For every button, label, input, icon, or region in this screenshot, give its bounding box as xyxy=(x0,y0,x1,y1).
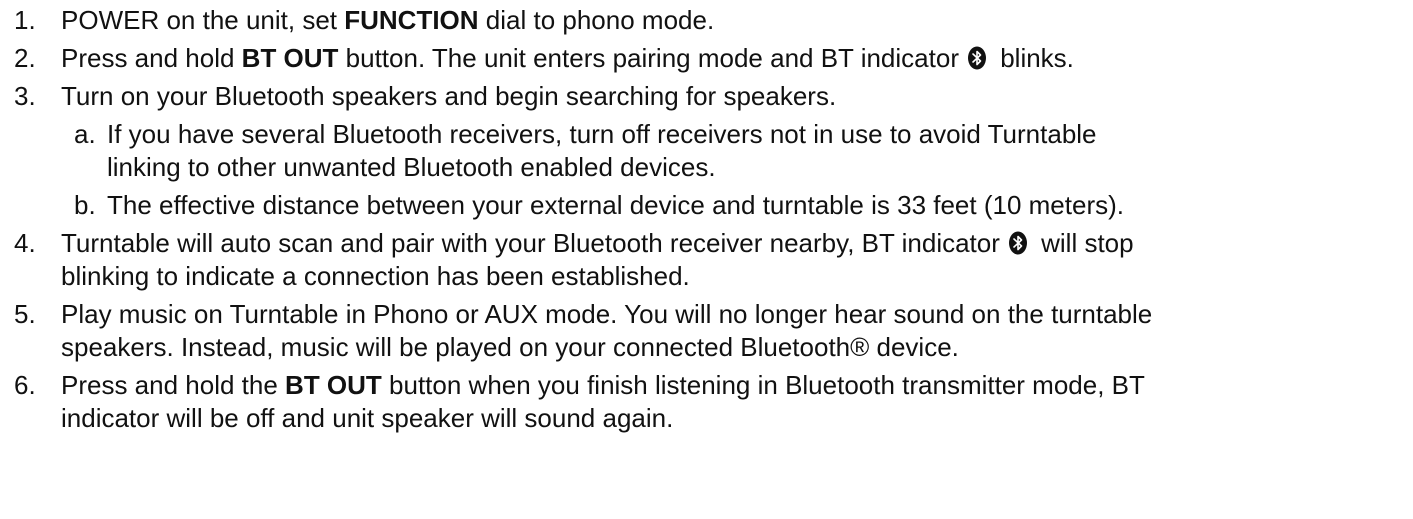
step-2: 2. Press and hold BT OUT button. The uni… xyxy=(14,42,1413,75)
step-number: 2. xyxy=(14,43,36,73)
step-4: 4. Turntable will auto scan and pair wit… xyxy=(14,227,1413,293)
bluetooth-indicator-icon xyxy=(967,46,987,70)
step-line: Turn on your Bluetooth speakers and begi… xyxy=(61,81,837,111)
steps-list: 1. POWER on the unit, set FUNCTION dial … xyxy=(14,4,1413,435)
step-number: 5. xyxy=(14,299,36,329)
bluetooth-indicator-icon xyxy=(1008,231,1028,255)
bt-out-button-label: BT OUT xyxy=(241,43,339,73)
step-line: Press and hold BT OUT button. The unit e… xyxy=(61,43,1074,73)
sub-step-line: linking to other unwanted Bluetooth enab… xyxy=(107,152,716,182)
step-number: 6. xyxy=(14,370,36,400)
step-number: 1. xyxy=(14,5,36,35)
step-line: indicator will be off and unit speaker w… xyxy=(61,403,674,433)
sub-step-line: The effective distance between your exte… xyxy=(107,190,1124,220)
step-6: 6. Press and hold the BT OUT button when… xyxy=(14,369,1413,435)
step-number: 4. xyxy=(14,228,36,258)
step-3: 3. Turn on your Bluetooth speakers and b… xyxy=(14,80,1413,222)
step-line: blinking to indicate a connection has be… xyxy=(61,261,690,291)
instruction-page: 1. POWER on the unit, set FUNCTION dial … xyxy=(0,0,1413,519)
step-line: POWER on the unit, set FUNCTION dial to … xyxy=(61,5,715,35)
step-line: Turntable will auto scan and pair with y… xyxy=(61,228,1134,258)
sub-steps-list: a. If you have several Bluetooth receive… xyxy=(14,118,1413,222)
sub-step-line: If you have several Bluetooth receivers,… xyxy=(107,119,1097,149)
step-line: Play music on Turntable in Phono or AUX … xyxy=(61,299,1153,329)
step-line: Press and hold the BT OUT button when yo… xyxy=(61,370,1145,400)
step-number: 3. xyxy=(14,81,36,111)
function-dial-label: FUNCTION xyxy=(344,5,479,35)
step-5: 5. Play music on Turntable in Phono or A… xyxy=(14,298,1413,364)
step-1: 1. POWER on the unit, set FUNCTION dial … xyxy=(14,4,1413,37)
sub-step-b: b. The effective distance between your e… xyxy=(14,189,1413,222)
sub-step-letter: b. xyxy=(74,190,96,220)
sub-step-letter: a. xyxy=(74,119,96,149)
step-line: speakers. Instead, music will be played … xyxy=(61,332,959,362)
bt-out-button-label: BT OUT xyxy=(285,370,382,400)
sub-step-a: a. If you have several Bluetooth receive… xyxy=(14,118,1413,184)
